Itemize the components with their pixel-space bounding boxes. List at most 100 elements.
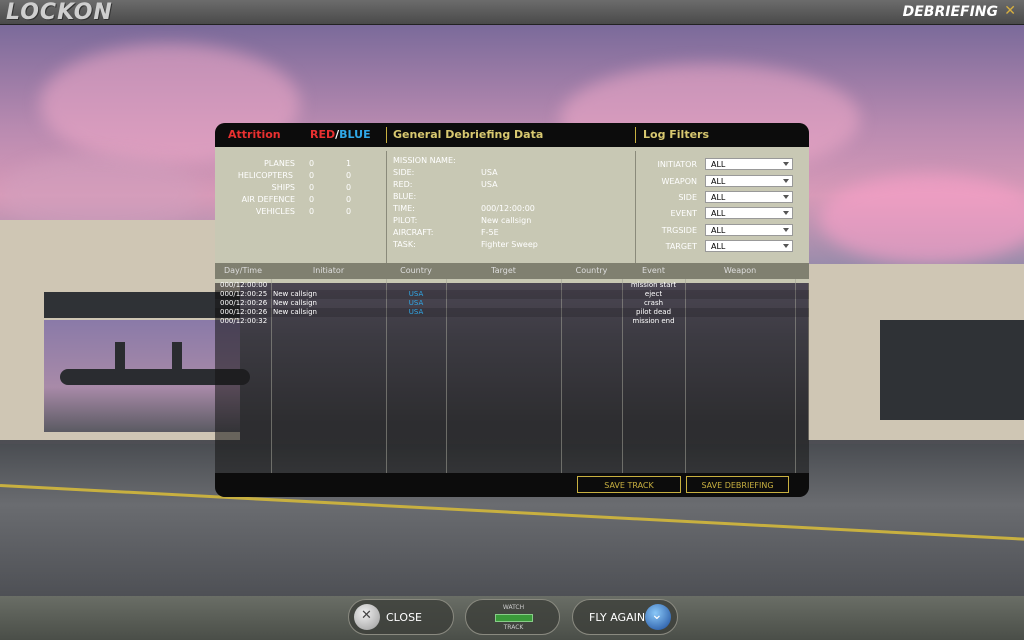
filter-label-initiator: INITIATOR [657,160,697,169]
chevron-down-icon [783,211,789,215]
filter-value: ALL [711,177,726,186]
close-icon[interactable]: ✕ [1004,3,1016,19]
cell-initiator: New callsign [273,299,317,307]
chevron-down-icon [783,228,789,232]
stat-blue: 0 [346,207,352,216]
side-heading: RED/BLUE [310,128,371,141]
mission-value: USA [481,180,498,189]
mission-value: F-5E [481,228,499,237]
cell-time: 000/12:00:32 [220,317,268,325]
table-row[interactable]: 000/12:00:00 mission start [215,281,809,290]
column-header-initiator[interactable]: Initiator [271,266,386,275]
filter-label-target: TARGET [665,242,697,251]
filter-select-side[interactable]: ALL [705,191,793,203]
fly-again-label: FLY AGAIN [589,611,646,624]
filter-select-initiator[interactable]: ALL [705,158,793,170]
panel-footer: SAVE TRACK SAVE DEBRIEFING [215,473,809,497]
mission-label: MISSION NAME: [393,156,456,165]
filter-value: ALL [711,209,726,218]
mission-label: PILOT: [393,216,418,225]
attrition-heading: Attrition [228,128,281,141]
cell-time: 000/12:00:26 [220,299,268,307]
column-header-event[interactable]: Event [622,266,685,275]
stat-blue: 0 [346,195,352,204]
mission-label: RED: [393,180,413,189]
filter-select-weapon[interactable]: ALL [705,175,793,187]
table-row[interactable]: 000/12:00:26 New callsign USA crash [215,299,809,308]
stat-red: 0 [309,171,315,180]
table-row[interactable]: 000/12:00:25 New callsign USA eject [215,290,809,299]
stat-label: HELICOPTERS [237,171,293,180]
filter-label-event: EVENT [670,209,697,218]
stat-label: VEHICLES [255,207,295,216]
game-logo: LOCKON [6,0,113,25]
top-bar: LOCKON DEBRIEFING ✕ [0,0,1024,25]
filter-value: ALL [711,242,726,251]
cell-event: mission start [630,281,677,289]
cell-country: USA [408,308,424,316]
filter-value: ALL [711,160,726,169]
stat-red: 0 [309,195,315,204]
panel-header: Attrition RED/BLUE General Debriefing Da… [215,123,809,147]
column-header-daytime[interactable]: Day/Time [215,266,271,275]
column-header-target-country[interactable]: Country [561,266,622,275]
cell-event: eject [644,290,663,298]
log-table-header: Day/Time Initiator Country Target Countr… [215,263,809,279]
general-heading: General Debriefing Data [393,128,544,141]
mission-value: 000/12:00:00 [481,204,535,213]
save-debriefing-button[interactable]: SAVE DEBRIEFING [686,476,789,493]
blue-label: BLUE [339,128,371,141]
filter-select-target[interactable]: ALL [705,240,793,252]
screen-title: DEBRIEFING [902,4,998,20]
table-row[interactable]: 000/12:00:32 mission end [215,317,809,326]
filter-label-trgside: TRGSIDE [661,226,697,235]
column-header-target[interactable]: Target [446,266,561,275]
cell-initiator: New callsign [273,308,317,316]
mission-value: USA [481,168,498,177]
table-row[interactable]: 000/12:00:26 New callsign USA pilot dead [215,308,809,317]
mission-label: SIDE: [393,168,415,177]
filter-value: ALL [711,226,726,235]
chevron-down-icon [783,244,789,248]
save-track-button[interactable]: SAVE TRACK [577,476,681,493]
chevron-down-icon: ⌄ [645,604,671,630]
close-icon: ✕ [354,604,380,630]
bottom-bar: ✕ CLOSE WATCH TRACK FLY AGAIN ⌄ [0,596,1024,640]
column-header-weapon[interactable]: Weapon [685,266,795,275]
filter-select-event[interactable]: ALL [705,207,793,219]
stat-blue: 0 [346,183,352,192]
mission-label: AIRCRAFT: [393,228,434,237]
mission-label: TASK: [393,240,416,249]
column-header-country[interactable]: Country [386,266,446,275]
chevron-down-icon [783,195,789,199]
stat-red: 0 [309,159,315,168]
stat-red: 0 [309,207,315,216]
watch-track-button[interactable]: WATCH TRACK [465,599,560,635]
cell-event: mission end [632,317,675,325]
filter-label-side: SIDE [678,193,697,202]
watch-label: WATCH [502,604,525,611]
cell-event: crash [643,299,664,307]
mission-label: BLUE: [393,192,417,201]
stat-blue: 1 [346,159,352,168]
mission-value: Fighter Sweep [481,240,538,249]
cell-event: pilot dead [635,308,672,316]
log-filters-heading: Log Filters [643,128,710,141]
stat-label: AIR DEFENCE [241,195,295,204]
filter-select-trgside[interactable]: ALL [705,224,793,236]
track-label: TRACK [503,624,524,631]
filter-value: ALL [711,193,726,202]
cell-time: 000/12:00:26 [220,308,268,316]
close-button[interactable]: ✕ CLOSE [348,599,454,635]
chevron-down-icon [783,162,789,166]
header-divider [635,127,636,143]
log-table-body: 000/12:00:00 mission start 000/12:00:25 … [215,279,809,473]
stat-label: PLANES [263,159,295,168]
debriefing-panel: Attrition RED/BLUE General Debriefing Da… [215,123,809,497]
red-label: RED [310,128,336,141]
fly-again-button[interactable]: FLY AGAIN ⌄ [572,599,678,635]
header-divider [386,127,387,143]
stat-blue: 0 [346,171,352,180]
stat-red: 0 [309,183,315,192]
mission-value: New callsign [481,216,532,225]
